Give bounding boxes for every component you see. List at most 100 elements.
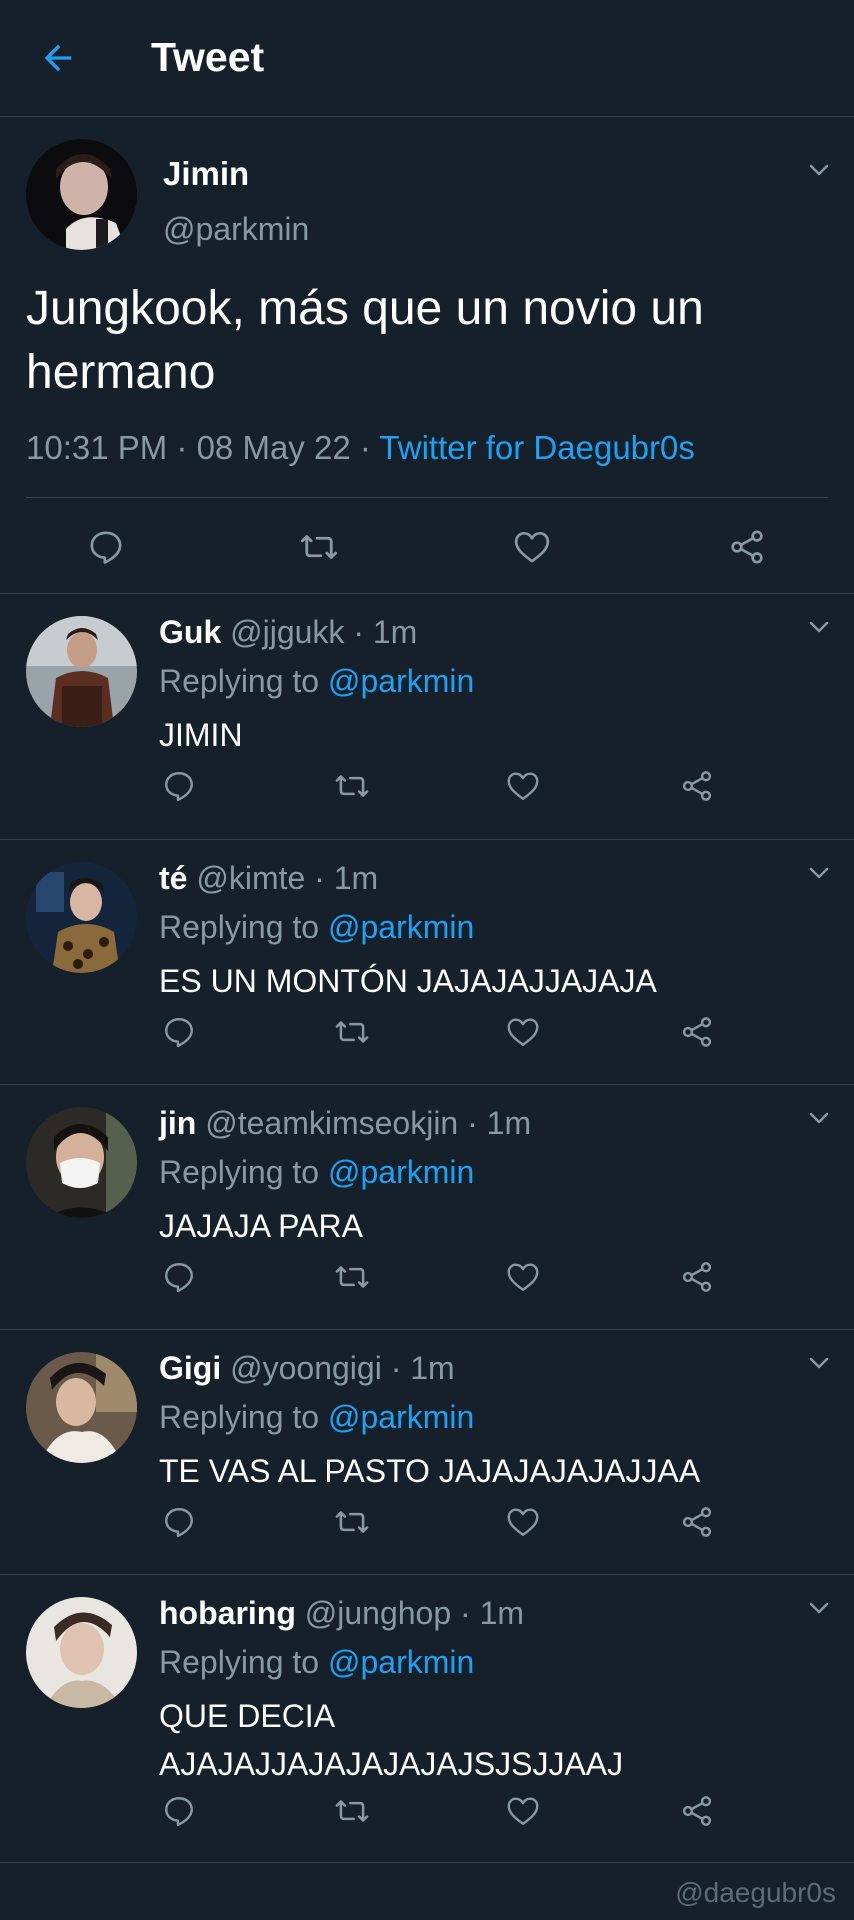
reply-author-handle[interactable]: @yoongigi (230, 1350, 382, 1386)
reply-icon (165, 1797, 193, 1827)
tweet-actions (0, 507, 854, 587)
like-button[interactable] (503, 1257, 543, 1297)
replying-to: Replying to @parkmin (159, 1154, 474, 1191)
reply-tweet[interactable]: jin @teamkimseokjin · 1m Replying to @pa… (0, 1085, 854, 1330)
reply-tweet[interactable]: té @kimte · 1m Replying to @parkmin ES U… (0, 840, 854, 1085)
share-button[interactable] (677, 1502, 717, 1542)
share-button[interactable] (677, 1257, 717, 1297)
chevron-down-icon (809, 1112, 829, 1124)
tweet-options-button[interactable] (806, 157, 832, 183)
reply-options-button[interactable] (806, 1350, 832, 1376)
share-icon (682, 771, 712, 801)
like-button[interactable] (503, 766, 543, 806)
reply-icon (165, 772, 193, 802)
avatar[interactable] (26, 1107, 137, 1218)
author-name[interactable]: Jimin (163, 155, 249, 193)
reply-author-handle[interactable]: @jjgukk (230, 614, 344, 650)
reply-text: ES UN MONTÓN JAJAJAJJAJAJA (159, 963, 657, 999)
share-icon (682, 1262, 712, 1292)
reply-author-handle[interactable]: @kimte (196, 860, 305, 896)
reply-author-name[interactable]: Guk (159, 614, 221, 650)
like-button[interactable] (503, 1012, 543, 1052)
reply-author-name[interactable]: té (159, 860, 187, 896)
share-button[interactable] (725, 525, 769, 569)
reply-header: hobaring @junghop · 1m (159, 1595, 524, 1632)
page-title: Tweet (151, 34, 265, 80)
share-button[interactable] (677, 766, 717, 806)
reply-time: · 1m (305, 860, 379, 896)
reply-options-button[interactable] (806, 614, 832, 640)
retweet-button[interactable] (332, 1012, 372, 1052)
replying-to-label: Replying to (159, 1399, 328, 1435)
chevron-down-icon (809, 164, 829, 176)
avatar[interactable] (26, 139, 137, 250)
reply-author-handle[interactable]: @junghop (305, 1595, 451, 1631)
reply-author-name[interactable]: jin (159, 1105, 196, 1141)
reply-icon (165, 1508, 193, 1538)
reply-button[interactable] (84, 525, 128, 569)
like-icon (507, 1797, 539, 1825)
replying-to-mention[interactable]: @parkmin (328, 909, 474, 945)
retweet-icon (300, 535, 338, 559)
reply-options-button[interactable] (806, 1595, 832, 1621)
avatar[interactable] (26, 862, 137, 973)
replying-to-label: Replying to (159, 1154, 328, 1190)
reply-options-button[interactable] (806, 860, 832, 886)
reply-author-handle[interactable]: @teamkimseokjin (205, 1105, 458, 1141)
main-tweet: Jimin @parkmin Jungkook, más que un novi… (0, 117, 854, 594)
back-button[interactable] (36, 36, 80, 80)
author-handle[interactable]: @parkmin (163, 211, 309, 248)
reply-tweet[interactable]: Guk @jjgukk · 1m Replying to @parkmin JI… (0, 594, 854, 840)
avatar[interactable] (26, 1597, 137, 1708)
replying-to-mention[interactable]: @parkmin (328, 663, 474, 699)
reply-author-name[interactable]: Gigi (159, 1350, 221, 1386)
avatar[interactable] (26, 616, 137, 727)
tweet-meta: 10:31 PM · 08 May 22 · Twitter for Daegu… (26, 429, 695, 467)
reply-options-button[interactable] (806, 1105, 832, 1131)
retweet-button[interactable] (332, 1502, 372, 1542)
like-icon (507, 1018, 539, 1046)
like-button[interactable] (503, 1502, 543, 1542)
reply-author-name[interactable]: hobaring (159, 1595, 296, 1631)
avatar[interactable] (26, 1352, 137, 1463)
replying-to-label: Replying to (159, 1644, 328, 1680)
retweet-button[interactable] (332, 766, 372, 806)
reply-tweet[interactable]: Gigi @yoongigi · 1m Replying to @parkmin… (0, 1330, 854, 1575)
reply-actions (0, 1783, 854, 1843)
like-icon (507, 1508, 539, 1536)
reply-button[interactable] (159, 1791, 199, 1831)
share-icon (731, 530, 763, 564)
reply-actions (0, 758, 854, 818)
reply-icon (90, 531, 122, 564)
reply-tweet[interactable]: hobaring @junghop · 1m Replying to @park… (0, 1575, 854, 1863)
like-button[interactable] (503, 1791, 543, 1831)
like-icon (514, 532, 550, 563)
retweet-button[interactable] (297, 525, 341, 569)
chevron-down-icon (809, 621, 829, 633)
divider (26, 497, 828, 498)
replying-to-mention[interactable]: @parkmin (328, 1154, 474, 1190)
share-icon (682, 1017, 712, 1047)
share-button[interactable] (677, 1012, 717, 1052)
reply-button[interactable] (159, 766, 199, 806)
chevron-down-icon (809, 1602, 829, 1614)
like-icon (507, 1263, 539, 1291)
reply-button[interactable] (159, 1257, 199, 1297)
replying-to-mention[interactable]: @parkmin (328, 1399, 474, 1435)
tweet-timestamp: 10:31 PM · 08 May 22 · (26, 429, 380, 466)
reply-button[interactable] (159, 1502, 199, 1542)
replying-to-mention[interactable]: @parkmin (328, 1644, 474, 1680)
watermark: @daegubr0s (675, 1877, 836, 1908)
reply-actions (0, 1004, 854, 1064)
share-icon (682, 1507, 712, 1537)
like-button[interactable] (510, 525, 554, 569)
reply-header: té @kimte · 1m (159, 860, 378, 897)
reply-button[interactable] (159, 1012, 199, 1052)
retweet-icon (335, 1266, 369, 1288)
retweet-button[interactable] (332, 1257, 372, 1297)
share-button[interactable] (677, 1791, 717, 1831)
reply-text: TE VAS AL PASTO JAJAJAJAJAJJAA (159, 1453, 701, 1489)
tweet-source-link[interactable]: Twitter for Daegubr0s (379, 429, 694, 466)
reply-time: · 1m (451, 1595, 525, 1631)
retweet-button[interactable] (332, 1791, 372, 1831)
